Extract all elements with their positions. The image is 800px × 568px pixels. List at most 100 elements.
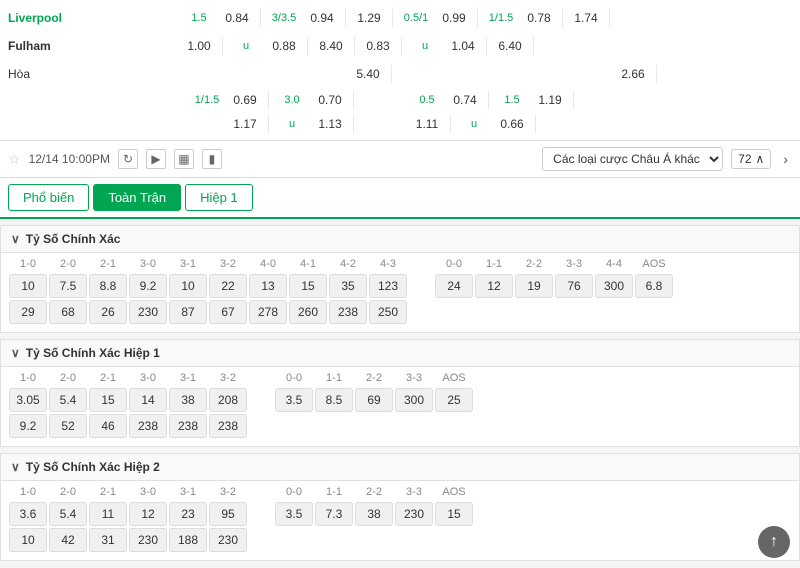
- sub2-handicap-2[interactable]: u: [273, 116, 311, 132]
- tab-toantran[interactable]: Toàn Trận: [93, 184, 181, 211]
- odds-handicap-f5[interactable]: u: [406, 38, 444, 54]
- s2-btn-238a[interactable]: 238: [129, 414, 167, 438]
- sub-value-2[interactable]: 0.70: [311, 91, 349, 109]
- s3-btn-42[interactable]: 42: [49, 528, 87, 552]
- s3-btn-230b[interactable]: 230: [209, 528, 247, 552]
- chart-icon[interactable]: ▮: [202, 149, 222, 169]
- s3-btn-38[interactable]: 38: [355, 502, 393, 526]
- score-btn-278[interactable]: 278: [249, 300, 287, 324]
- s3-btn-12[interactable]: 12: [129, 502, 167, 526]
- refresh-icon[interactable]: ↻: [118, 149, 138, 169]
- back-to-top-button[interactable]: ↑: [758, 526, 790, 558]
- score-btn-230[interactable]: 230: [129, 300, 167, 324]
- s2-btn-52[interactable]: 52: [49, 414, 87, 438]
- s3-btn-11[interactable]: 11: [89, 502, 127, 526]
- section-header-1[interactable]: ∨ Tỷ Số Chính Xác: [1, 226, 799, 253]
- odds-value-f6[interactable]: 6.40: [491, 37, 529, 55]
- s2-btn-15[interactable]: 15: [89, 388, 127, 412]
- score-btn-68b[interactable]: 6.8: [635, 274, 673, 298]
- sub-value-1[interactable]: 0.69: [226, 91, 264, 109]
- s2-btn-14[interactable]: 14: [129, 388, 167, 412]
- sub2-handicap-4[interactable]: u: [455, 116, 493, 132]
- s2-btn-300[interactable]: 300: [395, 388, 433, 412]
- odds-value-f1-1[interactable]: 1.00: [180, 37, 218, 55]
- odds-value-f3[interactable]: 8.40: [312, 37, 350, 55]
- odds-value-1-3[interactable]: 1.29: [350, 9, 388, 27]
- s3-btn-54[interactable]: 5.4: [49, 502, 87, 526]
- odds-value-1-5[interactable]: 0.78: [520, 9, 558, 27]
- s2-btn-85[interactable]: 8.5: [315, 388, 353, 412]
- s3-btn-95[interactable]: 95: [209, 502, 247, 526]
- sub2-value-4[interactable]: 0.66: [493, 115, 531, 133]
- score-btn-13[interactable]: 13: [249, 274, 287, 298]
- sub-handicap-2[interactable]: 3.0: [273, 92, 311, 108]
- score-btn-35[interactable]: 35: [329, 274, 367, 298]
- s3-btn-15[interactable]: 15: [435, 502, 473, 526]
- s3-btn-36[interactable]: 3.6: [9, 502, 47, 526]
- odds-handicap-1-5[interactable]: 1/1.5: [482, 10, 520, 26]
- odds-value-1-2[interactable]: 0.94: [303, 9, 341, 27]
- sub-handicap-3[interactable]: 0.5: [408, 92, 446, 108]
- bet-type-select[interactable]: Các loại cược Châu Á khác: [542, 147, 723, 171]
- score-btn-92[interactable]: 9.2: [129, 274, 167, 298]
- table-icon[interactable]: ▦: [174, 149, 194, 169]
- sub-value-4[interactable]: 1.19: [531, 91, 569, 109]
- s2-btn-38[interactable]: 38: [169, 388, 207, 412]
- odds-handicap-1-1[interactable]: 1.5: [180, 10, 218, 26]
- odds-value-d1[interactable]: 5.40: [349, 65, 387, 83]
- s3-btn-230c[interactable]: 230: [395, 502, 433, 526]
- s2-btn-238b[interactable]: 238: [169, 414, 207, 438]
- section-header-2[interactable]: ∨ Tỷ Số Chính Xác Hiệp 1: [1, 340, 799, 367]
- sub2-value-3[interactable]: 1.11: [408, 115, 446, 133]
- score-btn-76[interactable]: 76: [555, 274, 593, 298]
- score-btn-250[interactable]: 250: [369, 300, 407, 324]
- chevron-up-icon[interactable]: ∧: [756, 152, 765, 166]
- section-header-3[interactable]: ∨ Tỷ Số Chính Xác Hiệp 2: [1, 454, 799, 481]
- sub-value-3[interactable]: 0.74: [446, 91, 484, 109]
- s2-btn-35[interactable]: 3.5: [275, 388, 313, 412]
- score-btn-26[interactable]: 26: [89, 300, 127, 324]
- sub2-value-2[interactable]: 1.13: [311, 115, 349, 133]
- s3-btn-31[interactable]: 31: [89, 528, 127, 552]
- score-btn-19[interactable]: 19: [515, 274, 553, 298]
- score-btn-75[interactable]: 7.5: [49, 274, 87, 298]
- score-btn-22[interactable]: 22: [209, 274, 247, 298]
- s2-btn-238c[interactable]: 238: [209, 414, 247, 438]
- s2-btn-54[interactable]: 5.4: [49, 388, 87, 412]
- s2-btn-46[interactable]: 46: [89, 414, 127, 438]
- score-btn-88[interactable]: 8.8: [89, 274, 127, 298]
- sub-handicap-1[interactable]: 1/1.5: [188, 92, 226, 108]
- sub2-value-1[interactable]: 1.17: [226, 115, 264, 133]
- odds-value-1-1[interactable]: 0.84: [218, 9, 256, 27]
- s3-btn-73[interactable]: 7.3: [315, 502, 353, 526]
- arrow-right-icon[interactable]: ›: [779, 151, 792, 167]
- odds-handicap-1-4[interactable]: 0.5/1: [397, 10, 435, 26]
- score-btn-123[interactable]: 123: [369, 274, 407, 298]
- odds-handicap-1-2[interactable]: 3/3.5: [265, 10, 303, 26]
- sub-handicap-4[interactable]: 1.5: [493, 92, 531, 108]
- s2-btn-208[interactable]: 208: [209, 388, 247, 412]
- score-btn-10[interactable]: 10: [9, 274, 47, 298]
- odds-value-f2[interactable]: 0.88: [265, 37, 303, 55]
- odds-value-1-4[interactable]: 0.99: [435, 9, 473, 27]
- odds-value-f4[interactable]: 0.83: [359, 37, 397, 55]
- score-btn-87[interactable]: 87: [169, 300, 207, 324]
- tab-hiep1[interactable]: Hiệp 1: [185, 184, 253, 211]
- score-btn-300[interactable]: 300: [595, 274, 633, 298]
- odds-value-f5[interactable]: 1.04: [444, 37, 482, 55]
- s3-btn-188[interactable]: 188: [169, 528, 207, 552]
- score-btn-67[interactable]: 67: [209, 300, 247, 324]
- s2-btn-305[interactable]: 3.05: [9, 388, 47, 412]
- s3-btn-10[interactable]: 10: [9, 528, 47, 552]
- play-icon[interactable]: ▶: [146, 149, 166, 169]
- score-btn-24[interactable]: 24: [435, 274, 473, 298]
- score-btn-238[interactable]: 238: [329, 300, 367, 324]
- score-btn-29[interactable]: 29: [9, 300, 47, 324]
- odds-handicap-f2[interactable]: u: [227, 38, 265, 54]
- s3-btn-35[interactable]: 3.5: [275, 502, 313, 526]
- score-btn-260[interactable]: 260: [289, 300, 327, 324]
- s2-btn-25[interactable]: 25: [435, 388, 473, 412]
- star-icon[interactable]: ☆: [8, 151, 21, 168]
- score-btn-15[interactable]: 15: [289, 274, 327, 298]
- odds-value-1-6[interactable]: 1.74: [567, 9, 605, 27]
